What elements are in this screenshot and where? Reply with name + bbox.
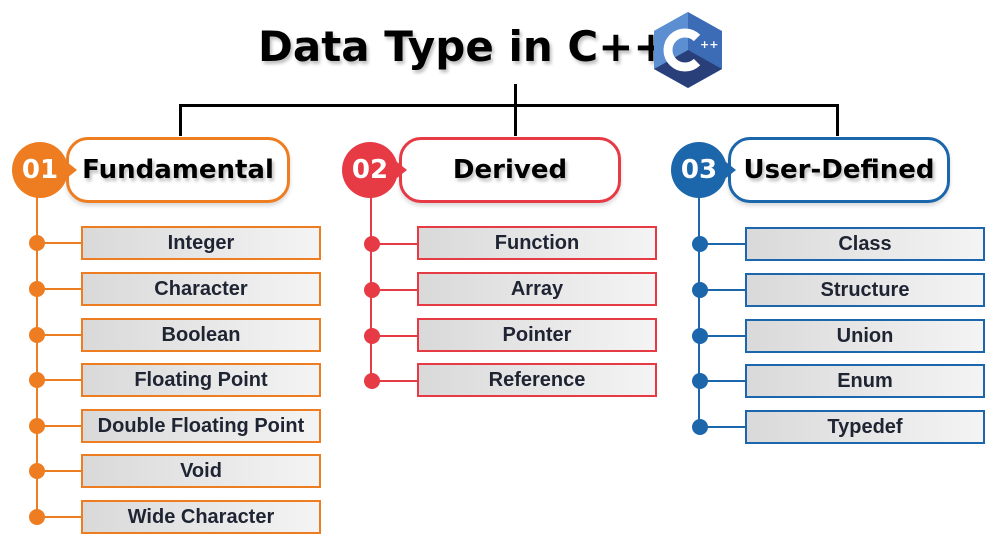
bullet-connector xyxy=(374,380,418,382)
bullet-connector xyxy=(40,516,82,518)
bullet-connector xyxy=(702,380,746,382)
category-label: Fundamental xyxy=(82,155,274,185)
category-header-fundamental: Fundamental xyxy=(66,137,290,203)
type-item-function: Function xyxy=(417,226,657,260)
bullet-connector xyxy=(40,288,82,290)
trunk-connector xyxy=(514,84,517,136)
bullet-connector xyxy=(40,379,82,381)
bullet-connector xyxy=(40,242,82,244)
cpp-logo-icon: ++ xyxy=(654,12,722,88)
type-item-boolean: Boolean xyxy=(81,318,321,352)
horizontal-connector xyxy=(179,104,838,107)
category-number-badge: 02 xyxy=(342,142,407,198)
type-item-enum: Enum xyxy=(745,364,985,398)
right-connector xyxy=(836,104,839,136)
bullet-connector xyxy=(40,470,82,472)
category-number-badge: 01 xyxy=(12,142,77,198)
type-item-character: Character xyxy=(81,272,321,306)
bullet-connector xyxy=(702,289,746,291)
bullet-connector xyxy=(374,289,418,291)
branch-line xyxy=(698,196,700,428)
bullet-connector xyxy=(40,425,82,427)
bullet-connector xyxy=(40,334,82,336)
type-item-floating-point: Floating Point xyxy=(81,363,321,397)
bullet-connector xyxy=(702,426,746,428)
diagram-title: Data Type in C++ xyxy=(258,22,669,71)
type-item-array: Array xyxy=(417,272,657,306)
bullet-connector xyxy=(374,243,418,245)
type-item-wide-character: Wide Character xyxy=(81,500,321,534)
type-item-structure: Structure xyxy=(745,273,985,307)
category-header-derived: Derived xyxy=(399,137,621,203)
bullet-connector xyxy=(702,335,746,337)
category-label: Derived xyxy=(452,155,568,185)
category-label: User-Defined xyxy=(743,155,935,185)
type-item-reference: Reference xyxy=(417,363,657,397)
type-item-typedef: Typedef xyxy=(745,410,985,444)
svg-text:++: ++ xyxy=(700,38,718,51)
bullet-connector xyxy=(702,243,746,245)
left-connector xyxy=(179,104,182,136)
type-item-void: Void xyxy=(81,454,321,488)
type-item-pointer: Pointer xyxy=(417,318,657,352)
category-number-badge: 03 xyxy=(671,142,736,198)
type-item-union: Union xyxy=(745,319,985,353)
bullet-connector xyxy=(374,335,418,337)
type-item-class: Class xyxy=(745,227,985,261)
type-item-double-floating-point: Double Floating Point xyxy=(81,409,321,443)
type-item-integer: Integer xyxy=(81,226,321,260)
category-header-user-defined: User-Defined xyxy=(728,137,950,203)
